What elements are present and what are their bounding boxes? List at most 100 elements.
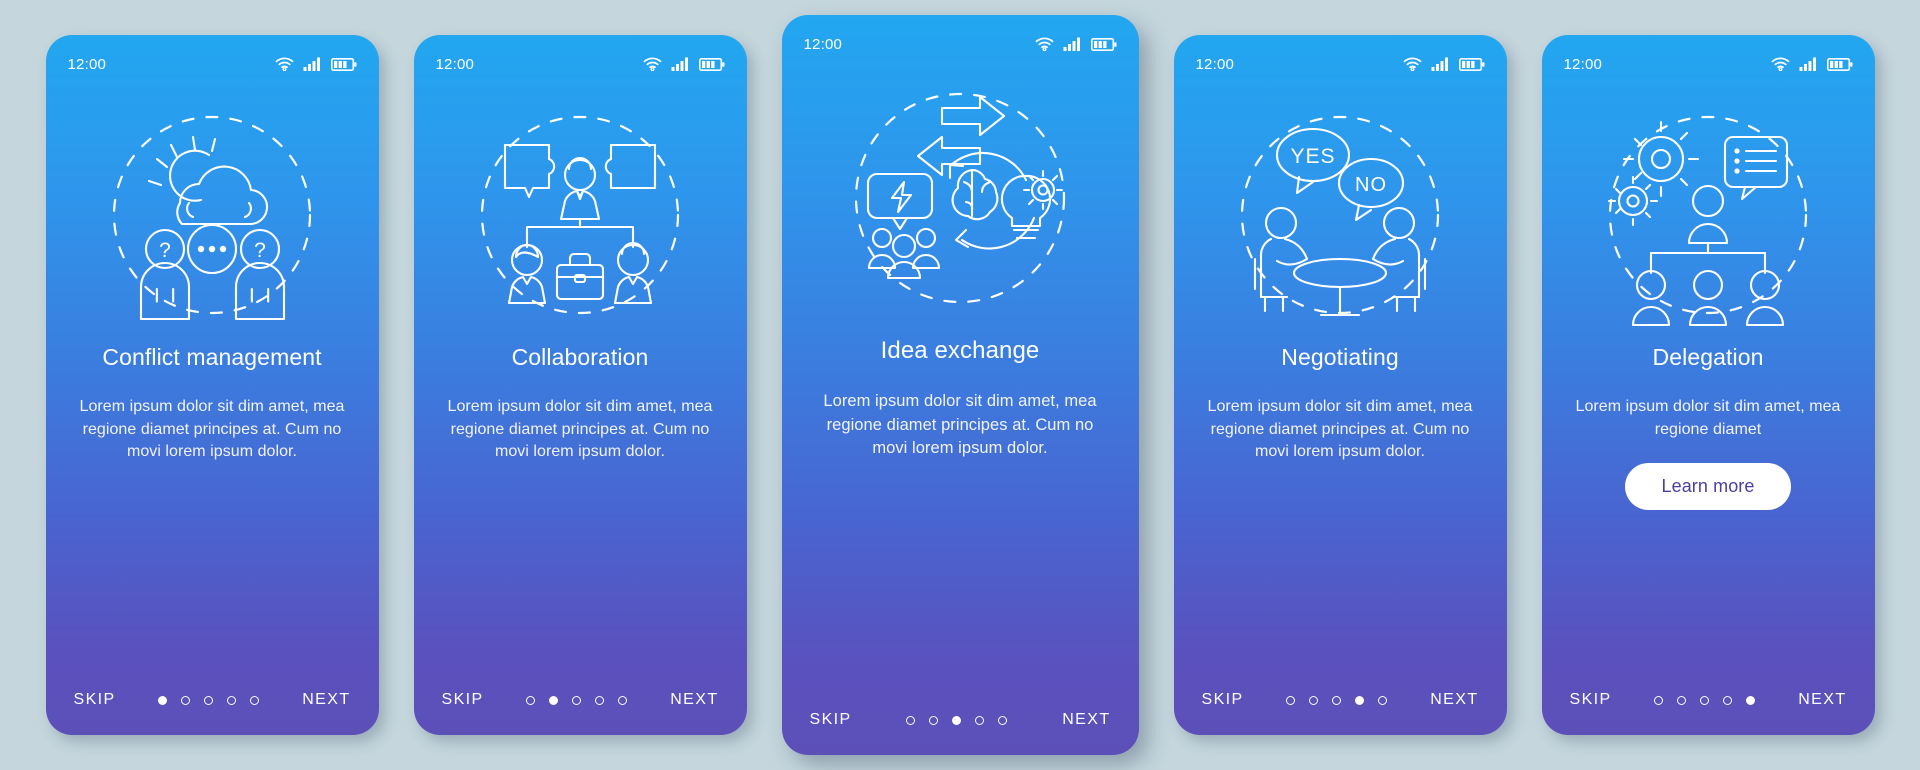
pagination-dot[interactable]: [181, 695, 191, 705]
two-people-table-yes-no-speech-bubbles-icon: YES NO: [1240, 115, 1440, 316]
illustration-conflict-management: ? ?: [46, 79, 379, 334]
skip-button[interactable]: SKIP: [1570, 691, 1612, 709]
status-bar: 12:00: [1174, 35, 1507, 79]
card-body: Lorem ipsum dolor sit dim amet, mea regi…: [823, 392, 1097, 457]
skip-button[interactable]: SKIP: [442, 691, 484, 709]
illustration-idea-exchange: [782, 59, 1139, 327]
pagination-dot-active[interactable]: [158, 695, 168, 705]
pagination-dot[interactable]: [1378, 695, 1388, 705]
wifi-icon: [1035, 37, 1053, 51]
status-bar-icons: [1771, 57, 1853, 71]
onboarding-card-idea-exchange[interactable]: 12:00 Idea exchange Lorem ipsum dolor si…: [781, 15, 1139, 755]
card-copy: Collaboration Lorem ipsum dolor sit dim …: [414, 334, 747, 464]
pagination-dot[interactable]: [1332, 695, 1342, 705]
svg-text:NO: NO: [1355, 174, 1387, 196]
card-footer-nav: SKIP NEXT: [46, 665, 379, 735]
battery-icon: [1458, 57, 1484, 71]
pagination-dot[interactable]: [1700, 695, 1710, 705]
battery-icon: [330, 57, 356, 71]
pagination-dot[interactable]: [1654, 695, 1664, 705]
status-bar-icons: [1035, 37, 1117, 51]
pagination-dot[interactable]: [1723, 695, 1733, 705]
pagination-dot[interactable]: [1309, 695, 1319, 705]
card-title: Delegation: [1652, 344, 1764, 370]
pagination-dots: [158, 695, 260, 705]
onboarding-card-collaboration[interactable]: 12:00 Collaboration Lorem ipsum dolor si…: [413, 35, 747, 735]
card-copy: Delegation Lorem ipsum dolor sit dim ame…: [1542, 334, 1875, 511]
battery-icon: [1826, 57, 1852, 71]
pagination-dots: [906, 715, 1008, 725]
status-bar-icons: [1403, 57, 1485, 71]
status-bar-clock: 12:00: [435, 55, 475, 73]
pagination-dot[interactable]: [227, 695, 237, 705]
pagination-dot[interactable]: [204, 695, 214, 705]
onboarding-card-conflict-management[interactable]: 12:00 ? ? Conflict management Lorem ipsu…: [45, 35, 379, 735]
battery-icon: [1090, 37, 1116, 51]
card-copy: Idea exchange Lorem ipsum dolor sit dim …: [782, 327, 1139, 460]
pagination-dot-active[interactable]: [1746, 695, 1756, 705]
status-bar-icons: [275, 57, 357, 71]
status-bar-icons: [643, 57, 725, 71]
status-bar-clock: 12:00: [1195, 55, 1235, 73]
cellular-signal-icon: [1063, 37, 1080, 51]
pagination-dot[interactable]: [526, 695, 536, 705]
status-bar: 12:00: [414, 35, 747, 79]
card-footer-nav: SKIP NEXT: [414, 665, 747, 735]
card-title: Conflict management: [102, 344, 322, 370]
illustration-delegation: [1542, 79, 1875, 334]
card-body: Lorem ipsum dolor sit dim amet, mea regi…: [79, 397, 345, 461]
wifi-icon: [275, 57, 293, 71]
next-button[interactable]: NEXT: [302, 691, 350, 709]
skip-button[interactable]: SKIP: [74, 691, 116, 709]
pagination-dot[interactable]: [975, 715, 985, 725]
svg-text:YES: YES: [1290, 145, 1335, 168]
next-button[interactable]: NEXT: [1430, 691, 1478, 709]
status-bar-clock: 12:00: [1563, 55, 1603, 73]
onboarding-card-delegation[interactable]: 12:00 Delegation Lorem ipsum dolor sit d…: [1541, 35, 1875, 735]
status-bar: 12:00: [1542, 35, 1875, 79]
card-copy: Conflict management Lorem ipsum dolor si…: [46, 334, 379, 464]
pagination-dot[interactable]: [998, 715, 1008, 725]
onboarding-screens-row: 12:00 ? ? Conflict management Lorem ipsu…: [0, 0, 1920, 770]
status-bar: 12:00: [782, 15, 1139, 59]
pagination-dot-active[interactable]: [1355, 695, 1365, 705]
svg-text:?: ?: [254, 239, 266, 262]
card-footer-nav: SKIP NEXT: [782, 685, 1139, 755]
status-bar: 12:00: [46, 35, 379, 79]
card-footer-nav: SKIP NEXT: [1542, 665, 1875, 735]
status-bar-clock: 12:00: [67, 55, 107, 73]
learn-more-button[interactable]: Learn more: [1625, 463, 1791, 511]
pagination-dot-active[interactable]: [549, 695, 559, 705]
pagination-dot[interactable]: [572, 695, 582, 705]
pagination-dots: [1286, 695, 1388, 705]
pagination-dot[interactable]: [1286, 695, 1296, 705]
onboarding-card-negotiating[interactable]: 12:00 YES NO Negotiating Lorem ipsum dol…: [1173, 35, 1507, 735]
card-body: Lorem ipsum dolor sit dim amet, mea regi…: [1207, 397, 1473, 461]
cellular-signal-icon: [303, 57, 320, 71]
pagination-dot[interactable]: [595, 695, 605, 705]
next-button[interactable]: NEXT: [670, 691, 718, 709]
card-title: Collaboration: [511, 344, 649, 370]
pagination-dot[interactable]: [618, 695, 628, 705]
next-button[interactable]: NEXT: [1062, 711, 1110, 729]
card-body: Lorem ipsum dolor sit dim amet, mea regi…: [447, 397, 713, 461]
illustration-collaboration: [414, 79, 747, 334]
pagination-dot[interactable]: [929, 715, 939, 725]
pagination-dot[interactable]: [1677, 695, 1687, 705]
battery-icon: [698, 57, 724, 71]
pagination-dot[interactable]: [250, 695, 260, 705]
skip-button[interactable]: SKIP: [810, 711, 852, 729]
arrows-lightning-group-brain-lightbulb-gear-icon: [854, 92, 1065, 304]
pagination-dot[interactable]: [906, 715, 916, 725]
next-button[interactable]: NEXT: [1798, 691, 1846, 709]
skip-button[interactable]: SKIP: [1202, 691, 1244, 709]
puzzle-pieces-team-org-chart-briefcase-icon: [480, 115, 680, 314]
card-copy: Negotiating Lorem ipsum dolor sit dim am…: [1174, 334, 1507, 464]
sun-cloud-two-people-question-marks-icon: ? ?: [112, 115, 312, 320]
pagination-dot-active[interactable]: [952, 715, 962, 725]
